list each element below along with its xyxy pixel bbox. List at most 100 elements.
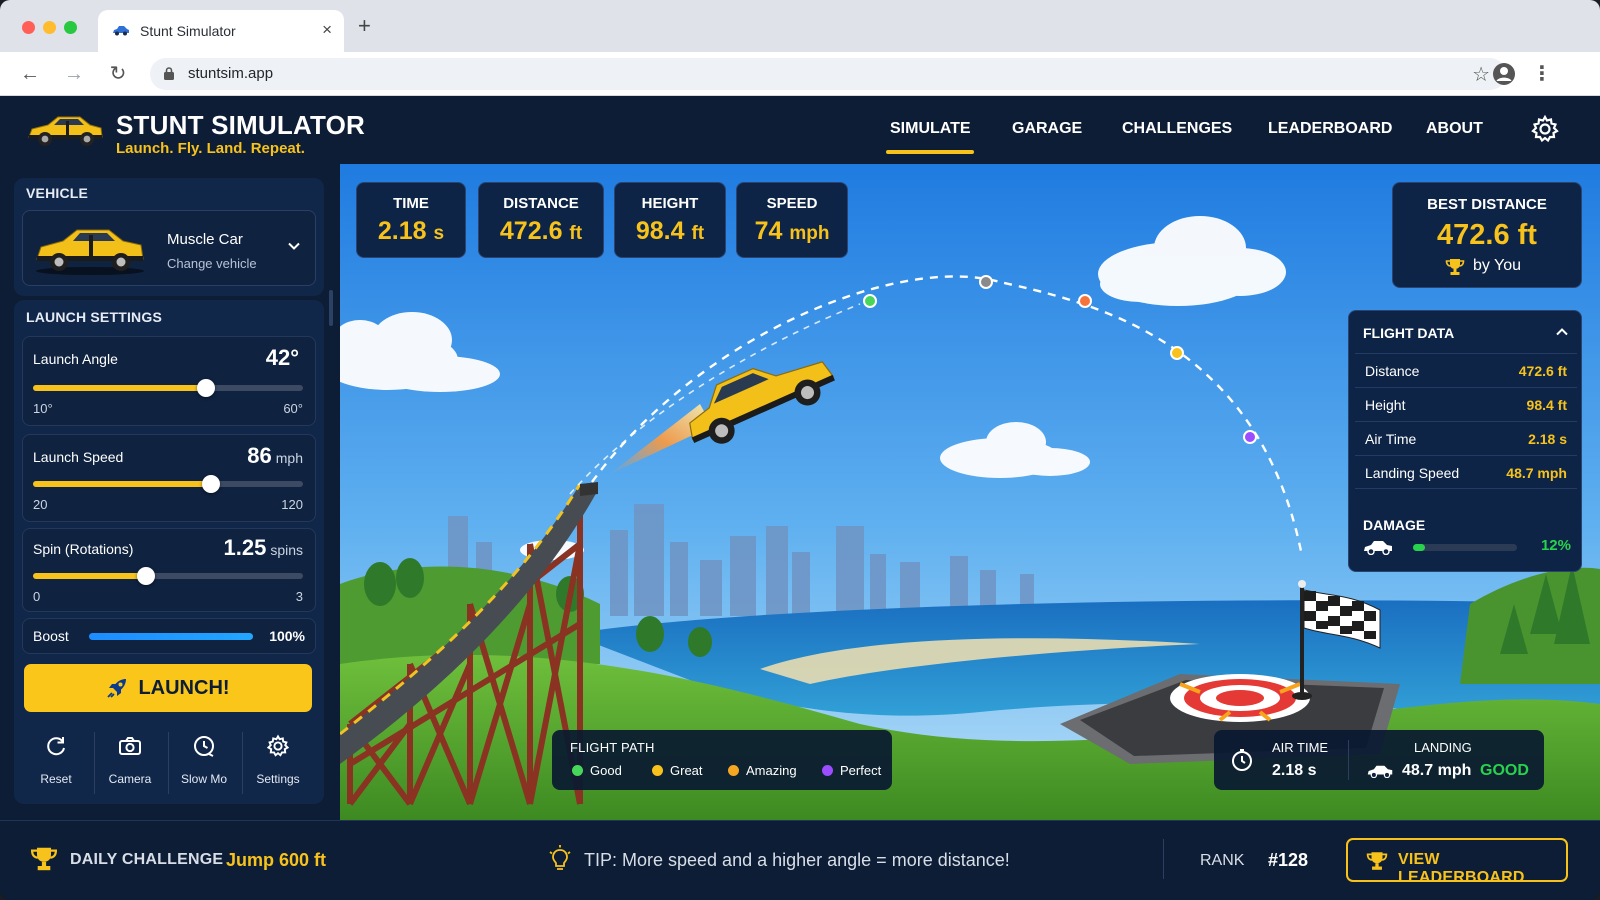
minimize-window-button[interactable] <box>43 21 56 34</box>
new-tab-button[interactable]: + <box>358 15 371 37</box>
reset-button[interactable]: Reset <box>20 728 92 796</box>
legend-item-good: Good <box>572 763 622 778</box>
air-time-label: AIR TIME <box>1272 740 1329 755</box>
browser-window: Stunt Simulator × + ← → ↻ stuntsim.app ☆… <box>0 0 1600 900</box>
car-icon <box>1367 765 1393 778</box>
slider-min: 10° <box>33 401 53 416</box>
launch-angle-control: Launch Angle 42° 10° 60° <box>22 336 316 426</box>
chevron-up-icon[interactable] <box>1555 325 1569 339</box>
boost-control: Boost 100% <box>22 618 316 654</box>
slider-value: 1.25 spins <box>223 535 303 560</box>
stat-label: DISTANCE <box>503 195 579 212</box>
flight-row-air-time: Air Time 2.18 s <box>1355 421 1577 455</box>
dot-icon <box>822 765 833 776</box>
profile-icon[interactable] <box>1492 62 1516 86</box>
damage-meter <box>1413 544 1517 551</box>
boost-label: Boost <box>33 628 69 644</box>
best-value: 472.6 ft <box>1437 219 1537 251</box>
camera-label: Camera <box>108 772 152 786</box>
slider-fill <box>33 573 146 579</box>
vehicle-heading: VEHICLE <box>26 185 89 201</box>
launch-angle-slider[interactable] <box>33 379 303 397</box>
bookmark-star-icon[interactable]: ☆ <box>1472 62 1490 87</box>
slider-label: Launch Speed <box>33 449 124 465</box>
nav-active-indicator <box>886 150 974 154</box>
stat-height: HEIGHT 98.4 ft <box>614 182 726 258</box>
forward-icon[interactable]: → <box>62 62 86 86</box>
logo-car-icon <box>28 116 103 146</box>
flight-value: 48.7 mph <box>1506 465 1567 481</box>
flight-value: 98.4 ft <box>1526 397 1567 413</box>
vehicle-selector[interactable]: Muscle Car Change vehicle <box>22 210 316 286</box>
best-label: BEST DISTANCE <box>1427 196 1547 213</box>
stopwatch-icon <box>1232 749 1252 771</box>
slow-mo-button[interactable]: Slow Mo <box>168 728 240 796</box>
slider-value: 86 mph <box>247 443 303 468</box>
flight-row-distance: Distance 472.6 ft <box>1355 353 1577 387</box>
nav-challenges[interactable]: CHALLENGES <box>1122 120 1232 138</box>
back-icon[interactable]: ← <box>18 62 42 86</box>
best-distance-card: BEST DISTANCE 472.6 ft by You <box>1392 182 1582 288</box>
spin-slider[interactable] <box>33 567 303 585</box>
flight-key: Air Time <box>1365 431 1417 447</box>
browser-menu-icon[interactable]: ⋮ <box>1530 62 1554 86</box>
slow-mo-label: Slow Mo <box>180 772 227 786</box>
trophy-icon <box>1366 852 1388 870</box>
slider-label: Spin (Rotations) <box>33 541 134 557</box>
stat-label: TIME <box>393 195 429 212</box>
stat-label: SPEED <box>766 195 818 212</box>
legend-item-great: Great <box>652 763 703 778</box>
reload-icon[interactable]: ↻ <box>106 62 130 86</box>
app-subtitle: Launch. Fly. Land. Repeat. <box>116 140 305 157</box>
flight-data-panel: FLIGHT DATA Distance 472.6 ft Height 98.… <box>1348 310 1582 572</box>
stat-label: HEIGHT <box>641 195 699 212</box>
boost-value: 100% <box>269 628 305 644</box>
app-title: STUNT SIMULATOR <box>116 110 366 140</box>
landing-speed: 48.7 mph <box>1402 762 1472 779</box>
air-time-value: 2.18 s <box>1272 762 1317 779</box>
maximize-window-button[interactable] <box>64 21 77 34</box>
slider-thumb[interactable] <box>196 379 215 397</box>
rank-value: #128 <box>1268 850 1309 870</box>
launch-button[interactable]: LAUNCH! <box>24 664 312 712</box>
close-window-button[interactable] <box>22 21 35 34</box>
browser-tab[interactable]: Stunt Simulator × <box>98 10 344 52</box>
stat-distance: DISTANCE 472.6 ft <box>478 182 604 258</box>
flight-value: 2.18 s <box>1528 431 1567 447</box>
divider <box>1348 740 1349 780</box>
flight-path-legend: FLIGHT PATH Good Great Amazing Perfect <box>552 730 892 790</box>
camera-button[interactable]: Camera <box>94 728 166 796</box>
landing-label: LANDING <box>1414 740 1472 755</box>
nav-about[interactable]: ABOUT <box>1426 120 1483 138</box>
view-leaderboard-button[interactable]: VIEW LEADERBOARD <box>1346 838 1568 886</box>
settings-label: Settings <box>256 772 300 786</box>
trophy-icon <box>1445 259 1465 275</box>
tab-close-icon[interactable]: × <box>322 20 332 40</box>
damage-value: 12% <box>1540 537 1571 554</box>
stat-speed: SPEED 74 mph <box>736 182 848 258</box>
game-scene[interactable]: TIME 2.18 s DISTANCE 472.6 ft HEIGHT 98.… <box>340 164 1600 820</box>
nav-simulate[interactable]: SIMULATE <box>890 120 971 138</box>
launch-speed-control: Launch Speed 86 mph 20 120 <box>22 434 316 522</box>
gear-icon[interactable] <box>1530 114 1560 144</box>
url-field[interactable]: stuntsim.app ☆ <box>150 58 1506 90</box>
slider-thumb[interactable] <box>136 567 155 585</box>
change-vehicle-link[interactable]: Change vehicle <box>167 256 257 271</box>
slider-fill <box>33 481 212 487</box>
sidebar-scrollbar[interactable] <box>329 290 333 326</box>
slider-max: 60° <box>283 401 303 416</box>
daily-challenge-value[interactable]: Jump 600 ft <box>226 850 326 871</box>
spin-control: Spin (Rotations) 1.25 spins 0 3 <box>22 528 316 612</box>
dot-icon <box>572 765 583 776</box>
lightbulb-icon <box>549 845 571 870</box>
settings-button[interactable]: Settings <box>242 728 314 796</box>
nav-garage[interactable]: GARAGE <box>1012 120 1082 138</box>
footer-bar: DAILY CHALLENGE Jump 600 ft TIP: More sp… <box>0 820 1600 900</box>
slider-thumb[interactable] <box>202 475 221 493</box>
camera-icon <box>119 737 141 755</box>
reset-label: Reset <box>40 772 72 786</box>
nav-leaderboard[interactable]: LEADERBOARD <box>1268 120 1392 138</box>
flight-data-heading: FLIGHT DATA <box>1363 325 1455 341</box>
launch-speed-slider[interactable] <box>33 475 303 493</box>
slider-value: 42° <box>265 345 299 370</box>
